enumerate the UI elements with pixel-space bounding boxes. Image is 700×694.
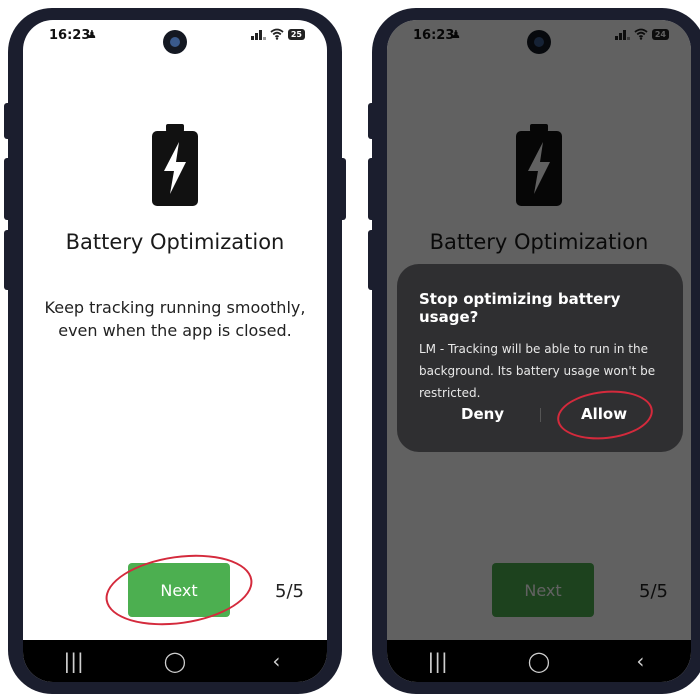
- dialog-actions: Deny Allow: [397, 386, 683, 444]
- dialog-title: Stop optimizing battery usage?: [419, 290, 621, 326]
- front-camera: [163, 30, 187, 54]
- divider: [540, 408, 541, 422]
- status-icons: 25: [250, 28, 305, 40]
- deny-button[interactable]: Deny: [455, 404, 510, 424]
- side-button: [368, 158, 375, 220]
- status-bar: 16:23 ♟ 25: [23, 20, 327, 60]
- side-button: [339, 158, 346, 220]
- home-icon[interactable]: ◯: [155, 649, 195, 673]
- person-icon: ♟: [87, 28, 97, 41]
- side-button: [368, 103, 375, 139]
- status-time: 16:23: [49, 28, 91, 43]
- phone-right: 16:23 ♟ 24 Battery Optimization: [368, 8, 700, 694]
- screen: 16:23 ♟ 24 Battery Optimization: [387, 20, 691, 682]
- page-indicator: 5/5: [275, 581, 304, 602]
- page-description: Keep tracking running smoothly, even whe…: [44, 298, 306, 340]
- screen: 16:23 ♟ 25 Battery Optimization Keep tra…: [23, 20, 327, 682]
- side-button: [4, 158, 11, 220]
- signal-icon: [250, 29, 266, 40]
- phone-left: 16:23 ♟ 25 Battery Optimization Keep tra…: [4, 8, 346, 694]
- wifi-icon: [270, 28, 284, 40]
- side-button: [4, 103, 11, 139]
- back-icon[interactable]: ‹: [620, 649, 660, 673]
- home-icon[interactable]: ◯: [519, 649, 559, 673]
- side-button: [368, 230, 375, 290]
- recent-apps-icon[interactable]: |||: [418, 649, 458, 673]
- side-button: [4, 230, 11, 290]
- battery-charging-icon: [152, 124, 198, 206]
- page-title: Battery Optimization: [65, 230, 285, 254]
- navigation-bar: ||| ◯ ‹: [387, 640, 691, 682]
- back-icon[interactable]: ‹: [256, 649, 296, 673]
- battery-dialog: Stop optimizing battery usage? LM - Trac…: [397, 264, 683, 452]
- recent-apps-icon[interactable]: |||: [54, 649, 94, 673]
- battery-icon: 25: [287, 28, 305, 40]
- navigation-bar: ||| ◯ ‹: [23, 640, 327, 682]
- highlight-circle: [100, 546, 258, 634]
